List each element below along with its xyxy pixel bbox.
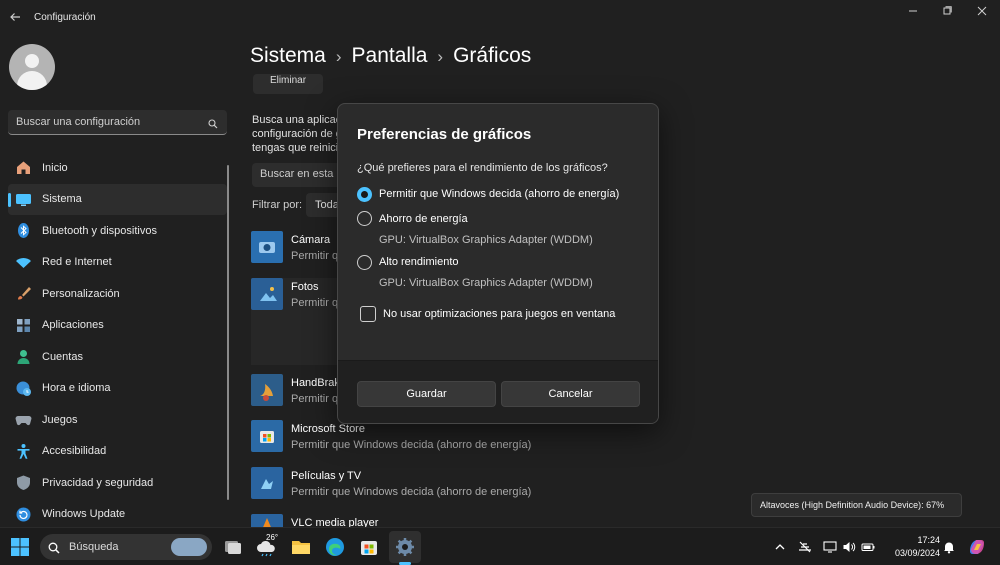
chevron-up-icon[interactable] xyxy=(773,540,787,554)
radio-label-high-performance[interactable]: Alto rendimiento xyxy=(379,256,459,268)
settings-icon[interactable] xyxy=(393,535,417,565)
sidebar-item-red[interactable]: Red e Internet xyxy=(8,247,227,279)
remove-button[interactable]: Eliminar xyxy=(253,74,323,94)
copilot-icon[interactable] xyxy=(965,535,989,559)
store-icon xyxy=(251,420,283,452)
task-view-icon[interactable] xyxy=(221,535,245,559)
breadcrumb-graficos: Gráficos xyxy=(453,44,532,67)
network-disconnected-icon[interactable] xyxy=(798,540,812,554)
sidebar-item-bluetooth[interactable]: Bluetooth y dispositivos xyxy=(8,215,227,247)
gamepad-icon xyxy=(15,411,32,428)
window-title: Configuración xyxy=(34,12,96,23)
title-bar: Configuración xyxy=(0,0,1000,36)
sidebar-item-privacidad[interactable]: Privacidad y seguridad xyxy=(8,467,227,499)
app-row-peliculas-tv[interactable]: Películas y TV Permitir que Windows deci… xyxy=(251,467,651,513)
breadcrumb-pantalla[interactable]: Pantalla xyxy=(352,44,428,67)
windowed-games-optimization-checkbox[interactable] xyxy=(360,306,376,322)
gpu-label-high-performance: GPU: VirtualBox Graphics Adapter (WDDM) xyxy=(379,277,593,289)
account-icon xyxy=(15,348,32,365)
app-row-microsoft-store[interactable]: Microsoft Store Permitir que Windows dec… xyxy=(251,420,651,466)
home-icon xyxy=(15,159,32,176)
weather-temperature: 26° xyxy=(266,533,279,542)
sidebar-scrollbar[interactable] xyxy=(227,165,229,500)
sidebar-item-juegos[interactable]: Juegos xyxy=(8,404,227,436)
filter-row: Filtrar por: Todas xyxy=(252,193,346,217)
gpu-label-power-saving: GPU: VirtualBox Graphics Adapter (WDDM) xyxy=(379,234,593,246)
maximize-icon[interactable] xyxy=(935,6,959,20)
breadcrumb: Sistema › Pantalla › Gráficos xyxy=(250,44,531,68)
volume-tooltip: Altavoces (High Definition Audio Device)… xyxy=(751,493,962,517)
display-icon[interactable] xyxy=(823,540,837,554)
taskbar-search[interactable]: Búsqueda xyxy=(40,534,212,560)
movies-tv-icon xyxy=(251,467,283,499)
volume-icon[interactable] xyxy=(842,540,856,554)
avatar[interactable] xyxy=(9,44,55,90)
minimize-icon[interactable] xyxy=(901,6,925,20)
filter-label: Filtrar por: xyxy=(252,199,303,211)
shield-icon xyxy=(15,474,32,491)
dialog-question: ¿Qué prefieres para el rendimiento de lo… xyxy=(357,162,608,174)
sidebar-item-sistema[interactable]: Sistema xyxy=(8,183,227,215)
clock-date: 03/09/2024 xyxy=(894,548,940,558)
accessibility-icon xyxy=(15,443,32,460)
radio-power-saving[interactable] xyxy=(357,211,372,226)
battery-icon[interactable] xyxy=(861,540,875,554)
taskbar: Búsqueda 26° 17:24 03/09/2024 xyxy=(0,527,1000,565)
radio-label-power-saving[interactable]: Ahorro de energía xyxy=(379,213,468,225)
bluetooth-icon xyxy=(15,222,32,239)
breadcrumb-sistema[interactable]: Sistema xyxy=(250,44,326,67)
clock-time: 17:24 xyxy=(917,535,940,545)
search-icon xyxy=(48,541,60,554)
dialog-title: Preferencias de gráficos xyxy=(357,126,532,143)
notification-bell-icon[interactable] xyxy=(942,540,956,554)
sidebar-item-hora-idioma[interactable]: Hora e idioma xyxy=(8,373,227,405)
search-highlight-image xyxy=(171,538,207,556)
settings-search-box[interactable] xyxy=(8,110,227,135)
update-icon xyxy=(15,506,32,523)
edge-icon[interactable] xyxy=(323,535,347,559)
sidebar-item-personalizacion[interactable]: Personalización xyxy=(8,278,227,310)
camera-icon xyxy=(251,231,283,263)
apps-icon xyxy=(15,317,32,334)
photos-icon xyxy=(251,278,283,310)
chevron-right-icon: › xyxy=(335,47,342,66)
globe-clock-icon xyxy=(15,380,32,397)
cancel-button[interactable]: Cancelar xyxy=(501,381,640,407)
back-arrow-icon[interactable] xyxy=(8,10,22,24)
sidebar-item-cuentas[interactable]: Cuentas xyxy=(8,341,227,373)
radio-windows-decide[interactable] xyxy=(357,187,372,202)
close-icon[interactable] xyxy=(970,6,994,20)
file-explorer-icon[interactable] xyxy=(289,535,313,559)
brush-icon xyxy=(15,285,32,302)
sidebar-item-accesibilidad[interactable]: Accesibilidad xyxy=(8,436,227,468)
checkbox-label[interactable]: No usar optimizaciones para juegos en ve… xyxy=(383,308,615,320)
store-icon[interactable] xyxy=(357,535,381,559)
sidebar-item-aplicaciones[interactable]: Aplicaciones xyxy=(8,310,227,342)
system-icon xyxy=(15,191,32,208)
save-button[interactable]: Guardar xyxy=(357,381,496,407)
search-icon[interactable] xyxy=(208,116,218,129)
radio-label-windows-decide[interactable]: Permitir que Windows decida (ahorro de e… xyxy=(379,188,619,200)
dialog-footer: Guardar Cancelar xyxy=(338,360,658,423)
vlc-icon xyxy=(251,514,283,527)
sidebar-item-windows-update[interactable]: Windows Update xyxy=(8,499,227,531)
clock[interactable]: 17:24 03/09/2024 xyxy=(884,534,940,560)
sidebar-item-inicio[interactable]: Inicio xyxy=(8,152,227,184)
handbrake-icon xyxy=(251,374,283,406)
app-row-vlc[interactable]: VLC media player xyxy=(251,514,651,527)
wifi-icon xyxy=(15,254,32,271)
radio-high-performance[interactable] xyxy=(357,255,372,270)
sidebar-nav: Inicio Sistema Bluetooth y dispositivos … xyxy=(8,152,227,530)
graphics-preferences-dialog: Preferencias de gráficos ¿Qué prefieres … xyxy=(337,103,659,424)
taskbar-search-label: Búsqueda xyxy=(69,541,119,553)
chevron-right-icon: › xyxy=(437,47,444,66)
start-icon[interactable] xyxy=(8,535,32,559)
settings-search-input[interactable] xyxy=(16,114,196,130)
